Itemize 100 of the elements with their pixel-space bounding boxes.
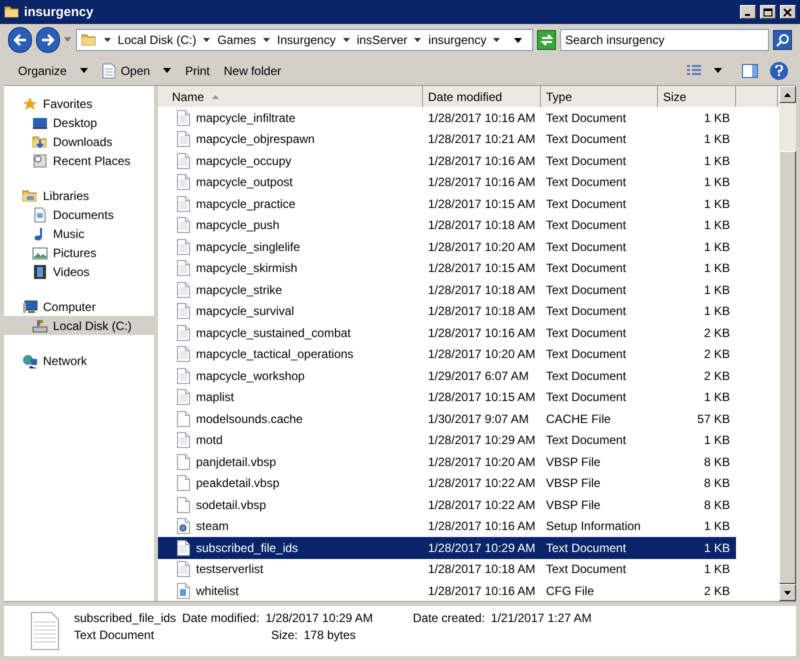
help-button[interactable] bbox=[770, 62, 788, 80]
file-name: steam bbox=[196, 518, 229, 536]
refresh-button[interactable] bbox=[537, 30, 556, 50]
text-file-icon bbox=[176, 561, 191, 578]
search-field[interactable]: Search insurgency bbox=[560, 29, 770, 51]
file-row[interactable]: steam 1/28/2017 10:16 AM Setup Information 1 KB bbox=[158, 516, 736, 537]
text-file-icon bbox=[176, 346, 191, 362]
nav-item[interactable]: Downloads bbox=[4, 132, 154, 151]
file-row[interactable]: maplist 1/28/2017 10:15 AM Text Document 1 KB bbox=[158, 386, 736, 408]
text-file-icon bbox=[176, 389, 191, 406]
breadcrumb[interactable]: Insurgency bbox=[277, 31, 336, 49]
breadcrumb[interactable]: insServer bbox=[356, 31, 408, 49]
toolbar-button[interactable]: Print bbox=[179, 58, 216, 82]
table-cell-text: 2 KB bbox=[702, 368, 731, 385]
scroll-up-button[interactable] bbox=[779, 86, 796, 103]
up-arrow-icon bbox=[784, 92, 791, 96]
column-header[interactable]: Type bbox=[541, 86, 658, 107]
search-button[interactable] bbox=[773, 30, 792, 50]
file-row[interactable]: motd 1/28/2017 10:29 AM Text Document 1 KB bbox=[158, 430, 736, 451]
file-row[interactable]: modelsounds.cache 1/30/2017 9:07 AM CACHE File 57 KB bbox=[158, 408, 736, 430]
nav-item[interactable]: Pictures bbox=[4, 243, 154, 262]
nav-item[interactable]: Recent Places bbox=[4, 151, 154, 170]
nav-item[interactable]: Videos bbox=[4, 262, 154, 281]
file-row[interactable]: mapcycle_survival 1/28/2017 10:18 AM Text Document 1 KB bbox=[158, 300, 736, 322]
documents-icon bbox=[32, 206, 48, 222]
breadcrumb[interactable]: Local Disk (C:) bbox=[118, 31, 196, 49]
close-button[interactable] bbox=[780, 5, 796, 19]
file-row[interactable]: testserverlist 1/28/2017 10:18 AM Text Document 1 KB bbox=[158, 558, 736, 580]
text-file-icon bbox=[176, 540, 191, 556]
table-cell-text: 1/28/2017 10:18 AM bbox=[427, 303, 536, 320]
folder-icon bbox=[4, 4, 20, 20]
table-cell-text: Text Document bbox=[545, 238, 628, 256]
table-cell-text: 1/29/2017 6:07 AM bbox=[427, 368, 530, 385]
file-row[interactable]: mapcycle_strike 1/28/2017 10:18 AM Text Document 1 KB bbox=[158, 279, 736, 300]
caret-icon bbox=[263, 38, 270, 42]
breadcrumb[interactable]: insurgency bbox=[428, 31, 486, 49]
toolbar-button[interactable]: Organize bbox=[12, 58, 94, 82]
maximize-button[interactable] bbox=[760, 5, 776, 19]
back-button[interactable] bbox=[8, 27, 32, 53]
toolbar-button[interactable]: New folder bbox=[218, 58, 288, 82]
pictures-icon bbox=[32, 244, 48, 260]
file-row[interactable]: sodetail.vbsp 1/28/2017 10:22 AM VBSP File 8 KB bbox=[158, 494, 736, 516]
address-bar[interactable]: Local Disk (C:) Games Insurgency insServer insurgency bbox=[76, 29, 534, 51]
field-label: Date created: bbox=[412, 612, 485, 624]
file-row[interactable]: whitelist 1/28/2017 10:16 AM CFG File 2 KB bbox=[158, 580, 736, 602]
file-row[interactable]: mapcycle_skirmish 1/28/2017 10:15 AM Text Document 1 KB bbox=[158, 258, 736, 279]
file-row[interactable]: mapcycle_push 1/28/2017 10:18 AM Text Document 1 KB bbox=[158, 214, 736, 236]
column-header[interactable]: Size bbox=[658, 86, 736, 107]
file-row[interactable]: mapcycle_singlelife 1/28/2017 10:20 AM Text Document 1 KB bbox=[158, 236, 736, 258]
nav-item[interactable]: Local Disk (C:) bbox=[4, 316, 154, 335]
nav-item[interactable]: Computer bbox=[4, 297, 154, 316]
table-cell-text: 1/28/2017 10:20 AM bbox=[427, 238, 536, 256]
table-cell-text: Text Document bbox=[545, 540, 628, 557]
file-row[interactable]: mapcycle_tactical_operations 1/28/2017 10:20 AM Text Document 2 KB bbox=[158, 344, 736, 365]
field-label: Size: bbox=[271, 629, 298, 641]
table-cell-text: 1/28/2017 10:16 AM bbox=[427, 582, 536, 600]
file-row[interactable]: mapcycle_objrespawn 1/28/2017 10:21 AM Text Document 1 KB bbox=[158, 128, 736, 150]
table-cell-text: CFG File bbox=[545, 582, 595, 600]
table-cell-text: Text Document bbox=[545, 196, 628, 213]
file-name: subscribed_file_ids bbox=[196, 540, 298, 557]
caret-icon bbox=[714, 68, 722, 73]
minimize-button[interactable] bbox=[740, 5, 756, 19]
table-cell-text: 1 KB bbox=[702, 260, 731, 278]
file-name: mapcycle_singlelife bbox=[196, 238, 300, 256]
table-cell-text: VBSP File bbox=[545, 496, 602, 514]
file-name: mapcycle_strike bbox=[196, 282, 282, 299]
downloads-icon bbox=[32, 134, 48, 150]
file-row[interactable]: mapcycle_occupy 1/28/2017 10:16 AM Text Document 1 KB bbox=[158, 150, 736, 172]
file-row[interactable]: panjdetail.vbsp 1/28/2017 10:20 AM VBSP File 8 KB bbox=[158, 451, 736, 472]
file-row[interactable]: mapcycle_infiltrate 1/28/2017 10:16 AM Text Document 1 KB bbox=[158, 107, 736, 128]
breadcrumb[interactable]: Games bbox=[217, 31, 256, 49]
file-row[interactable]: mapcycle_outpost 1/28/2017 10:16 AM Text Document 1 KB bbox=[158, 172, 736, 193]
scroll-down-button[interactable] bbox=[779, 584, 796, 601]
file-row[interactable]: subscribed_file_ids 1/28/2017 10:29 AM Text Document 1 KB bbox=[158, 537, 736, 558]
file-row[interactable]: mapcycle_sustained_combat 1/28/2017 10:16 AM Text Document 2 KB bbox=[158, 322, 736, 344]
table-cell-text: 2 KB bbox=[702, 324, 731, 342]
text-file-icon bbox=[176, 110, 191, 126]
file-row[interactable]: peakdetail.vbsp 1/28/2017 10:22 AM VBSP File 8 KB bbox=[158, 472, 736, 494]
toolbar-button[interactable]: Open bbox=[96, 58, 178, 82]
table-cell-text: 1/28/2017 10:21 AM bbox=[427, 131, 536, 148]
column-header[interactable]: Name bbox=[158, 86, 423, 107]
nav-item[interactable]: Music bbox=[4, 224, 154, 243]
nav-item[interactable]: Network bbox=[4, 351, 154, 370]
minimize-icon bbox=[745, 14, 751, 16]
nav-item[interactable]: Favorites bbox=[4, 94, 154, 113]
nav-item[interactable]: Documents bbox=[4, 205, 154, 224]
file-name: mapcycle_practice bbox=[196, 196, 296, 213]
table-cell-text: Setup Information bbox=[545, 518, 642, 536]
text-file-icon bbox=[176, 238, 191, 255]
column-header[interactable]: Date modified bbox=[423, 86, 541, 107]
table-cell-text: Text Document bbox=[545, 303, 628, 320]
file-icon bbox=[176, 496, 191, 513]
table-cell-text: 1 KB bbox=[702, 196, 731, 213]
caret-icon bbox=[163, 68, 172, 73]
nav-item[interactable]: Libraries bbox=[4, 186, 154, 205]
file-icon bbox=[176, 454, 191, 470]
forward-button[interactable] bbox=[36, 27, 60, 53]
file-row[interactable]: mapcycle_practice 1/28/2017 10:15 AM Text Document 1 KB bbox=[158, 193, 736, 214]
nav-item[interactable]: Desktop bbox=[4, 113, 154, 132]
file-row[interactable]: mapcycle_workshop 1/29/2017 6:07 AM Text Document 2 KB bbox=[158, 365, 736, 386]
